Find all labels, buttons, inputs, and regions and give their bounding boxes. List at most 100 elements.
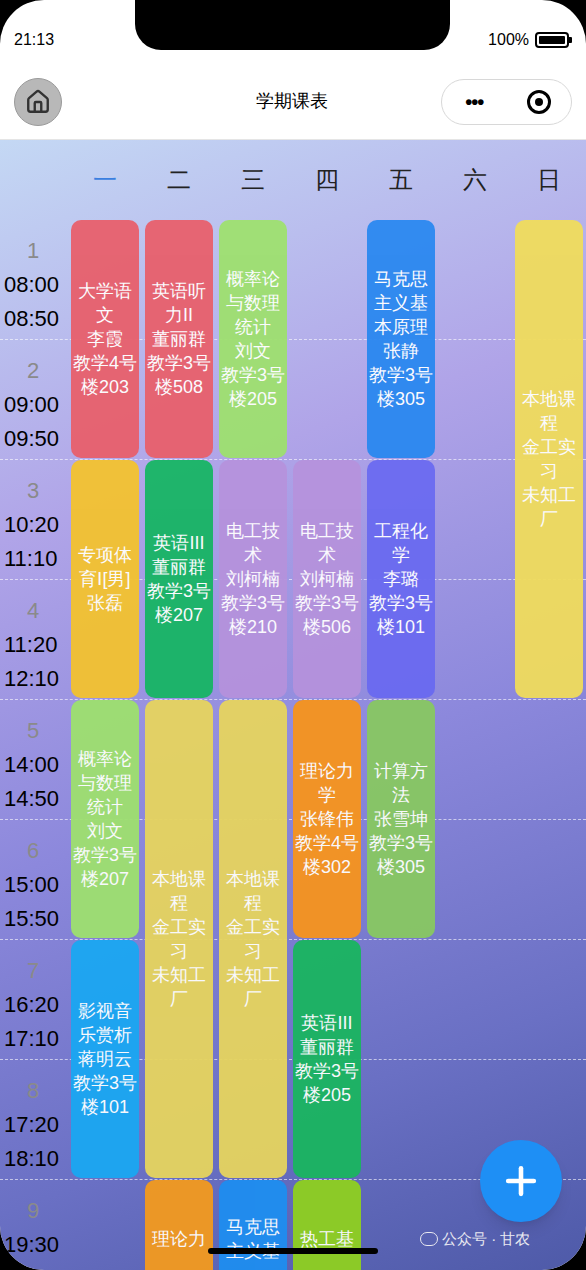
course-teacher: 董丽群 (152, 555, 206, 579)
course-card[interactable]: 大学语文李霞教学4号楼203 (71, 220, 139, 458)
course-teacher: 李霞 (87, 327, 123, 351)
weekday-header[interactable]: 六 (438, 140, 512, 220)
course-room: 教学3号楼101 (73, 1071, 137, 1119)
course-card[interactable]: 电工技术刘柯楠教学3号楼506 (293, 460, 361, 698)
course-name: 理论力学 (295, 759, 359, 807)
weekday-header[interactable]: 二 (142, 140, 216, 220)
course-room: 教学3号楼205 (221, 363, 285, 411)
status-right: 100% (488, 28, 572, 52)
nav-title: 学期课表 (62, 88, 441, 115)
wechat-icon (420, 1232, 438, 1246)
course-room: 教学3号楼207 (147, 579, 211, 627)
home-indicator (208, 1248, 378, 1254)
course-teacher: 李璐 (383, 567, 419, 591)
capsule: ••• (441, 79, 572, 125)
course-card[interactable]: 英语听力II董丽群教学3号楼508 (145, 220, 213, 458)
weekday-header[interactable]: 一 (68, 140, 142, 220)
course-room: 未知工厂 (147, 963, 211, 1011)
course-name: 本地课程 (517, 387, 581, 435)
course-name: 马克思主义基 (221, 1215, 285, 1263)
battery-icon (535, 32, 572, 48)
target-icon (527, 90, 551, 114)
course-card[interactable]: 本地课程金工实习未知工厂 (219, 700, 287, 1178)
weekday-header[interactable]: 四 (290, 140, 364, 220)
period-label: 716:2017:10 (0, 940, 68, 1060)
course-teacher: 张雪坤 (374, 807, 428, 831)
course-name: 英语听力II (147, 279, 211, 327)
course-name: 本地课程 (221, 867, 285, 915)
course-name: 概率论与数理统计 (73, 747, 137, 819)
course-card[interactable]: 电工技术刘柯楠教学3号楼210 (219, 460, 287, 698)
notch (135, 0, 450, 50)
course-card[interactable]: 计算方法张雪坤教学3号楼305 (367, 700, 435, 938)
weekday-header[interactable]: 三 (216, 140, 290, 220)
course-teacher: 董丽群 (300, 1035, 354, 1059)
course-card[interactable]: 本地课程金工实习未知工厂 (515, 220, 583, 698)
course-room: 教学3号楼207 (73, 843, 137, 891)
weekday-header[interactable]: 五 (364, 140, 438, 220)
course-room: 未知工厂 (517, 483, 581, 531)
period-label: 919:30 (0, 1180, 68, 1270)
course-card[interactable]: 英语III董丽群教学3号楼205 (293, 940, 361, 1178)
course-name: 电工技术 (295, 519, 359, 567)
course-room: 教学3号楼508 (147, 351, 211, 399)
course-room: 教学3号楼506 (295, 591, 359, 639)
close-button[interactable] (507, 90, 572, 114)
course-name: 影视音乐赏析 (73, 999, 137, 1047)
home-button[interactable] (14, 78, 62, 126)
watermark: 公众号 · 甘农 (420, 1228, 530, 1251)
course-name: 工程化学 (369, 519, 433, 567)
period-label: 209:0009:50 (0, 340, 68, 460)
course-teacher: 刘文 (235, 339, 271, 363)
course-room: 教学3号楼205 (295, 1059, 359, 1107)
add-button[interactable] (480, 1140, 562, 1222)
home-icon (25, 89, 51, 115)
course-teacher: 张锋伟 (300, 807, 354, 831)
course-room: 教学3号楼305 (369, 363, 433, 411)
course-card[interactable]: 本地课程金工实习未知工厂 (145, 700, 213, 1178)
course-card[interactable]: 理论力学张锋伟教学4号楼302 (293, 700, 361, 938)
period-label: 411:2012:10 (0, 580, 68, 700)
course-name: 英语III (153, 531, 204, 555)
course-teacher: 董丽群 (152, 327, 206, 351)
course-room: 未知工厂 (221, 963, 285, 1011)
course-room: 教学3号楼101 (369, 591, 433, 639)
period-label: 108:0008:50 (0, 220, 68, 340)
course-card[interactable]: 工程化学李璐教学3号楼101 (367, 460, 435, 698)
screen: 21:13100%学期课表•••一二三四五六日108:0008:50209:00… (0, 0, 586, 1270)
course-room: 教学4号楼302 (295, 831, 359, 879)
course-name: 概率论与数理统计 (221, 267, 285, 339)
battery-text: 100% (488, 28, 529, 52)
status-time: 21:13 (14, 28, 54, 52)
course-teacher: 金工实习 (517, 435, 581, 483)
course-name: 马克思主义基本原理 (369, 267, 433, 339)
course-teacher: 刘柯楠 (300, 567, 354, 591)
nav-bar: 学期课表••• (0, 64, 586, 140)
course-room: 教学3号楼305 (369, 831, 433, 879)
course-name: 专项体育Ⅰ[男] (73, 543, 137, 591)
course-card[interactable]: 概率论与数理统计刘文教学3号楼205 (219, 220, 287, 458)
timetable: 一二三四五六日108:0008:50209:0009:50310:2011:10… (0, 140, 586, 1270)
course-card[interactable]: 概率论与数理统计刘文教学3号楼207 (71, 700, 139, 938)
course-name: 理论力 (152, 1227, 206, 1251)
period-label: 514:0014:50 (0, 700, 68, 820)
weekday-header[interactable]: 日 (512, 140, 586, 220)
course-card[interactable]: 马克思主义基本原理张静教学3号楼305 (367, 220, 435, 458)
course-teacher: 蒋明云 (78, 1047, 132, 1071)
course-teacher: 金工实习 (147, 915, 211, 963)
course-card[interactable]: 热工基 (293, 1180, 361, 1270)
phone: 21:13100%学期课表•••一二三四五六日108:0008:50209:00… (0, 0, 586, 1270)
course-card[interactable]: 专项体育Ⅰ[男]张磊 (71, 460, 139, 698)
course-name: 大学语文 (73, 279, 137, 327)
course-teacher: 张静 (383, 339, 419, 363)
plus-icon (499, 1159, 543, 1203)
course-name: 计算方法 (369, 759, 433, 807)
course-card[interactable]: 英语III董丽群教学3号楼207 (145, 460, 213, 698)
course-card[interactable]: 影视音乐赏析蒋明云教学3号楼101 (71, 940, 139, 1178)
period-label: 615:0015:50 (0, 820, 68, 940)
menu-button[interactable]: ••• (442, 87, 507, 117)
course-name: 本地课程 (147, 867, 211, 915)
course-card[interactable]: 马克思主义基 (219, 1180, 287, 1270)
course-card[interactable]: 理论力 (145, 1180, 213, 1270)
course-teacher: 刘柯楠 (226, 567, 280, 591)
